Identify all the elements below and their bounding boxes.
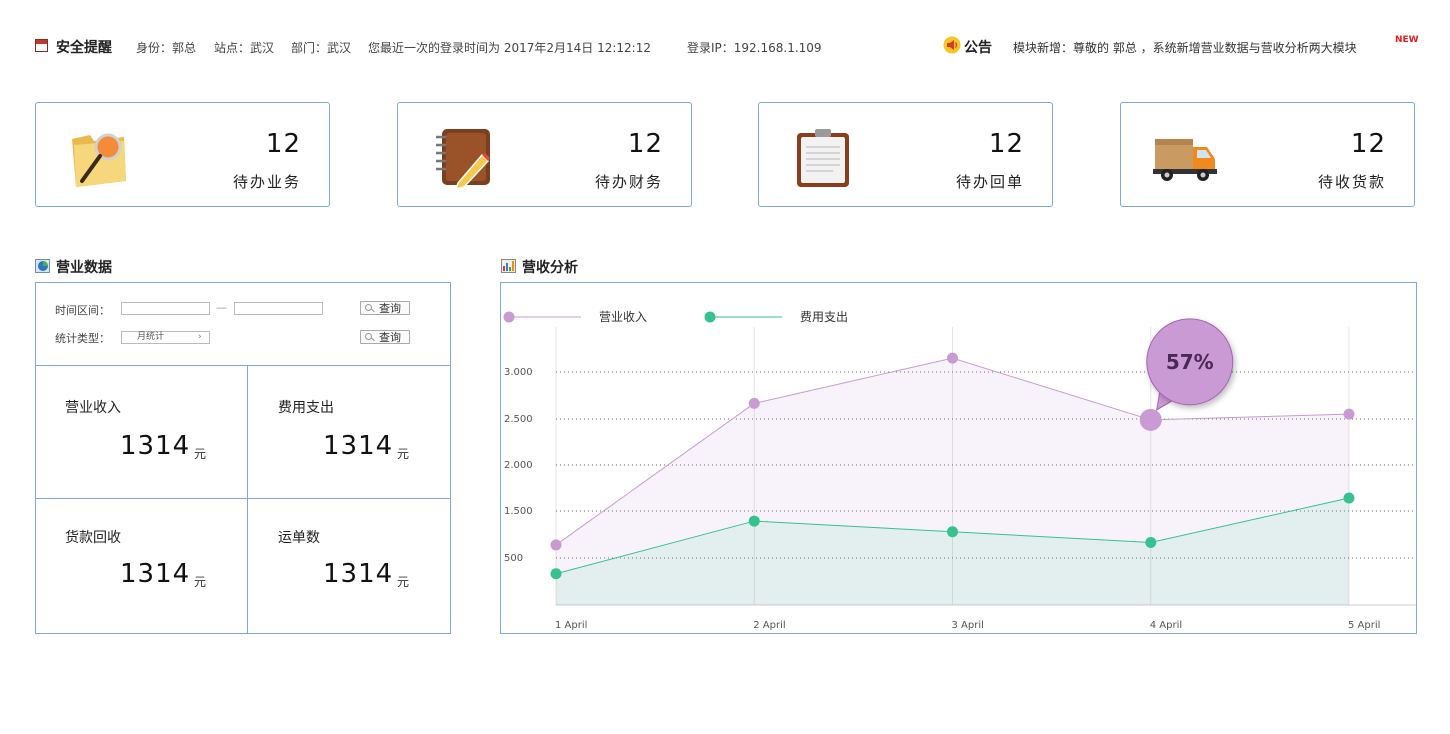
query-button-label: 查询 — [379, 331, 401, 344]
speaker-icon — [943, 36, 961, 54]
delivery-truck-icon — [1153, 139, 1217, 181]
metric-unit: 元 — [397, 575, 410, 589]
x-tick-label: 5 April — [1348, 620, 1380, 631]
department-text: 部门：武汉 — [291, 41, 352, 55]
query-button-type[interactable]: 查询 — [360, 330, 410, 344]
percentage-bubble-label: 57% — [1166, 350, 1214, 374]
analysis-title: 营收分析 — [522, 260, 578, 276]
top-bar: 安全提醒 身份：郭总 站点：武汉 部门：武汉 您最近一次的登录时间为 2017年… — [35, 34, 1425, 58]
query-button-label: 查询 — [379, 302, 401, 315]
data-point — [550, 539, 562, 551]
end-date-input[interactable] — [234, 302, 323, 315]
calendar-icon — [35, 39, 48, 52]
range-separator: — — [216, 301, 227, 314]
metric-value: 1314 — [120, 431, 191, 461]
notice-title: 公告 — [964, 40, 992, 56]
metric-value: 1314 — [323, 559, 394, 589]
data-point — [1145, 536, 1157, 548]
card-pending-payment[interactable]: 12 待收货款 — [1120, 102, 1415, 207]
analysis-chart-icon — [501, 259, 516, 273]
data-point — [1343, 408, 1355, 420]
metric-label: 营业收入 — [65, 400, 121, 416]
card-label: 待办财务 — [594, 173, 663, 191]
security-title: 安全提醒 — [56, 40, 112, 56]
legend-label: 费用支出 — [800, 310, 848, 324]
query-button-range[interactable]: 查询 — [360, 301, 410, 315]
card-label: 待办业务 — [232, 173, 301, 191]
y-tick-label: 500 — [504, 553, 523, 564]
x-tick-label: 2 April — [753, 620, 785, 631]
metric-unit: 元 — [194, 575, 207, 589]
login-ip-text: 登录IP：192.168.1.109 — [687, 41, 822, 55]
metric-unit: 元 — [397, 447, 410, 461]
card-pending-business[interactable]: 12 待办业务 — [35, 102, 330, 207]
stat-type-value: 月统计 — [137, 332, 165, 342]
data-point — [1343, 492, 1355, 504]
x-tick-label: 1 April — [555, 620, 587, 631]
search-icon — [365, 333, 372, 340]
card-label: 待收货款 — [1317, 173, 1386, 191]
new-badge: NEW — [1395, 35, 1419, 45]
y-tick-label: 2.000 — [504, 460, 533, 471]
x-tick-label: 4 April — [1150, 620, 1182, 631]
y-tick-label: 3.000 — [504, 367, 533, 378]
card-pending-finance[interactable]: 12 待办财务 — [397, 102, 692, 207]
card-value: 12 — [1350, 129, 1386, 159]
business-data-title: 营业数据 — [56, 260, 112, 276]
metric-label: 货款回收 — [65, 530, 121, 546]
card-pending-receipt[interactable]: 12 待办回单 — [758, 102, 1053, 207]
search-icon — [365, 304, 372, 311]
card-label: 待办回单 — [955, 173, 1024, 191]
x-tick-label: 3 April — [952, 620, 984, 631]
data-point — [748, 515, 760, 527]
data-point — [1139, 408, 1162, 431]
revenue-chart: 500 1.500 2.000 2.500 3.000 1 April 2 April 3 A… — [503, 310, 1416, 631]
chevron-right-icon: › — [198, 332, 202, 342]
card-value: 12 — [627, 129, 663, 159]
data-point — [947, 526, 958, 538]
legend-label: 营业收入 — [599, 310, 647, 324]
metric-label: 运单数 — [278, 530, 320, 546]
data-point — [947, 352, 958, 364]
identity-text: 身份：郭总 — [136, 41, 197, 55]
filter-area: 时间区间： — 查询 统计类型： 月统计 › 查询 — [36, 283, 450, 366]
metric-value: 1314 — [323, 431, 394, 461]
metric-revenue: 营业收入 1314 元 — [36, 365, 248, 499]
y-tick-label: 2.500 — [504, 414, 533, 425]
business-data-icon — [35, 259, 50, 273]
card-value: 12 — [265, 129, 301, 159]
business-data-panel: 时间区间： — 查询 统计类型： 月统计 › 查询 营业收入 1314 元 费用… — [35, 282, 451, 634]
data-point — [550, 568, 562, 580]
metric-waybills: 运单数 1314 元 — [248, 499, 450, 633]
analysis-chart-panel: 500 1.500 2.000 2.500 3.000 1 April 2 April 3 A… — [500, 282, 1417, 634]
data-point — [748, 397, 760, 409]
stat-type-select[interactable]: 月统计 › — [121, 331, 210, 344]
stat-type-label: 统计类型： — [55, 332, 110, 345]
metric-expense: 费用支出 1314 元 — [248, 365, 450, 499]
metric-label: 费用支出 — [278, 400, 334, 416]
notebook-pencil-icon — [436, 129, 490, 189]
clipboard-icon — [797, 129, 849, 187]
y-tick-label: 1.500 — [504, 506, 533, 517]
last-login-text: 您最近一次的登录时间为 2017年2月14日 12:12:12 — [368, 41, 651, 55]
metric-collection: 货款回收 1314 元 — [36, 499, 248, 633]
folder-search-icon — [72, 133, 126, 187]
card-value: 12 — [988, 129, 1024, 159]
metric-unit: 元 — [194, 447, 207, 461]
time-range-label: 时间区间： — [55, 304, 110, 317]
start-date-input[interactable] — [121, 302, 210, 315]
notice-text[interactable]: 模块新增：尊敬的 郭总 ，系统新增营业数据与营收分析两大模块 — [1013, 39, 1357, 56]
metric-value: 1314 — [120, 559, 191, 589]
site-text: 站点：武汉 — [214, 41, 275, 55]
